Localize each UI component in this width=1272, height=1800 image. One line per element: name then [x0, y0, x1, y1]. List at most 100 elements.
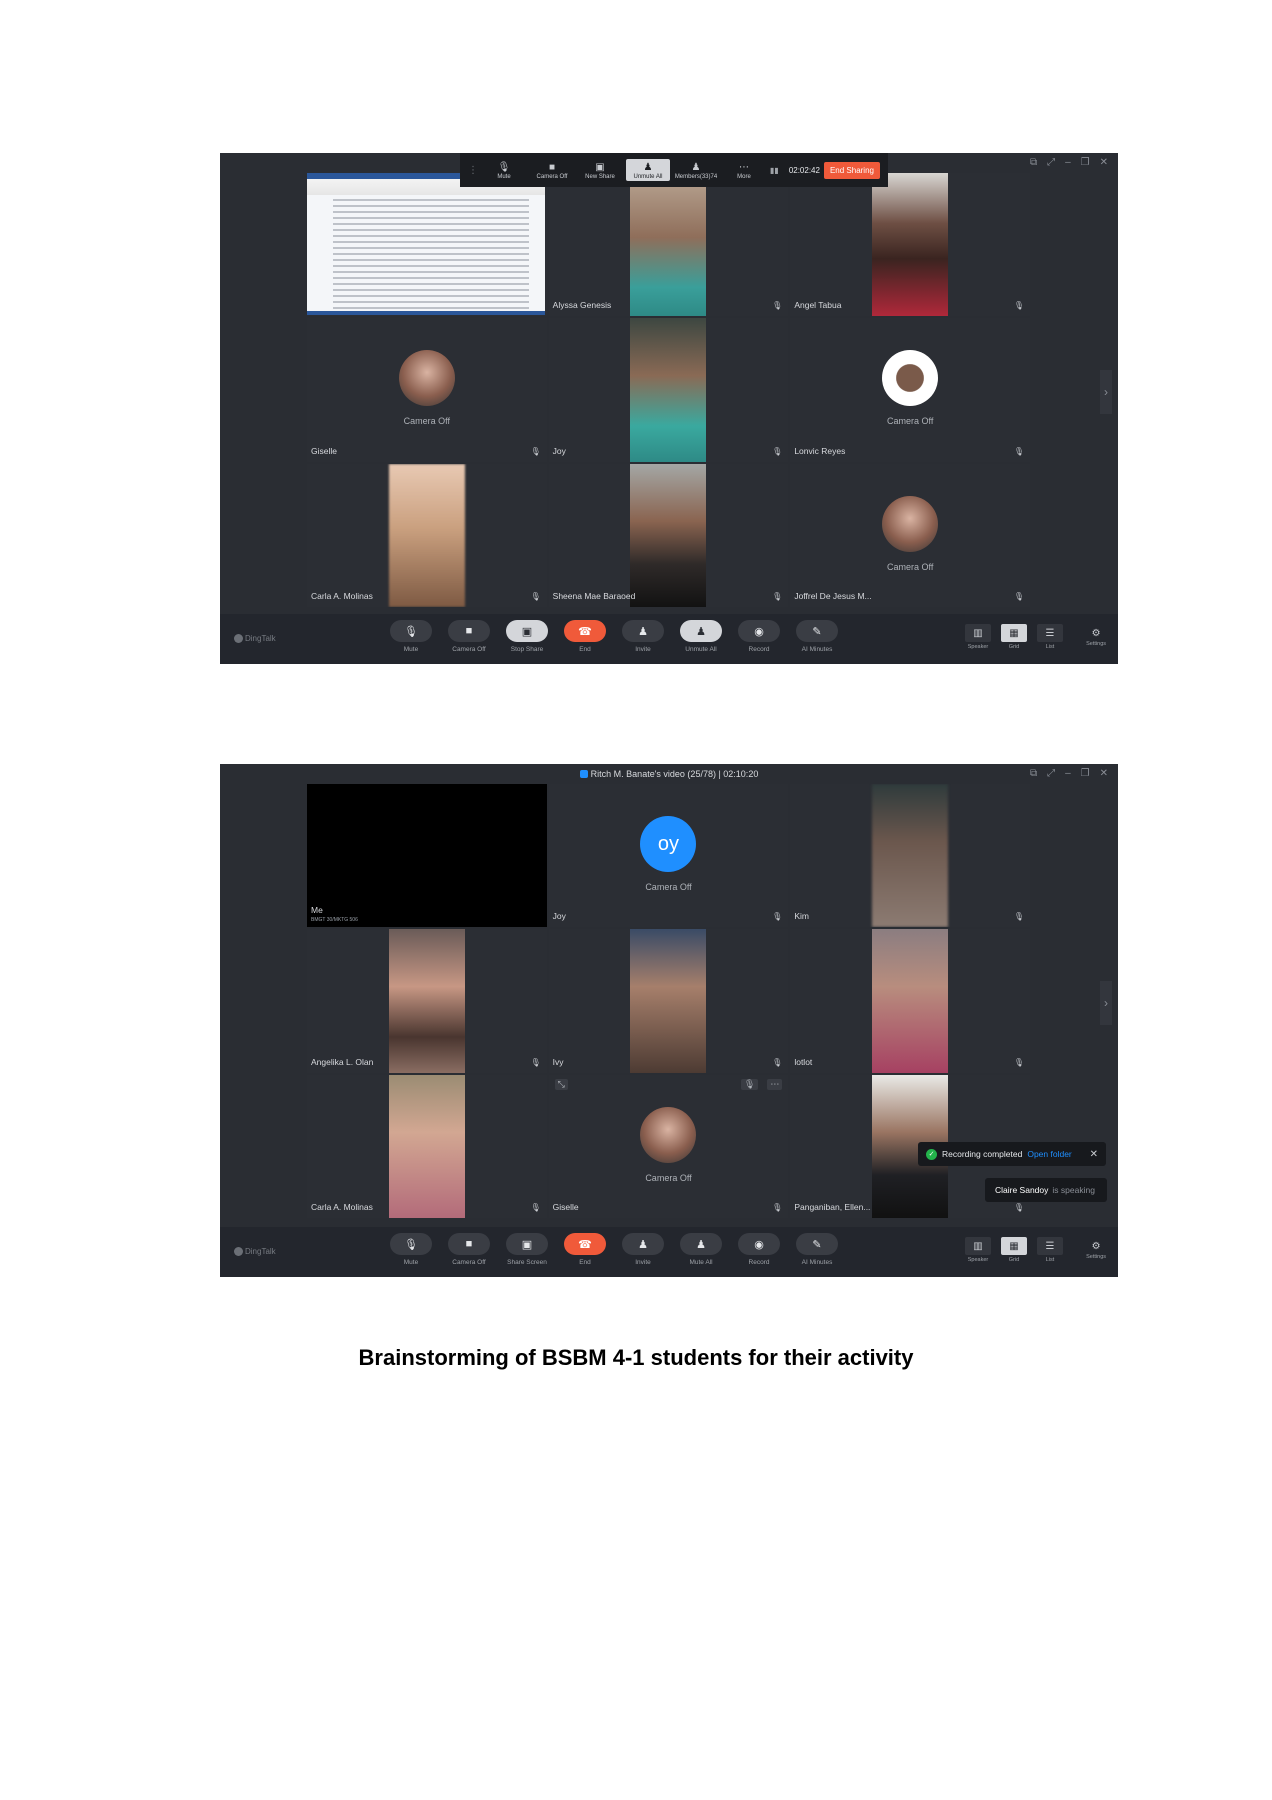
- restore-icon[interactable]: ❐: [1081, 768, 1090, 779]
- fullscreen-icon[interactable]: ⤢: [1047, 768, 1055, 779]
- restore-icon[interactable]: ❐: [1081, 157, 1090, 168]
- participant-tile[interactable]: Joy 🎙: [548, 318, 789, 462]
- speaker-view-button[interactable]: ▥ Speaker: [960, 624, 996, 650]
- close-icon[interactable]: ✕: [1100, 768, 1108, 779]
- mute-button[interactable]: 🎙 Mute: [390, 1233, 432, 1266]
- mic-icon: 🎙: [530, 591, 541, 601]
- share-mute-button[interactable]: 🎙 Mute: [482, 159, 526, 182]
- open-folder-link[interactable]: Open folder: [1027, 1149, 1071, 1159]
- list-view-button[interactable]: ☰ List: [1032, 1237, 1068, 1263]
- participant-tile[interactable]: oy Camera Off Joy 🎙: [548, 784, 789, 928]
- participant-name: Me: [311, 905, 323, 916]
- mic-icon: 🎙: [772, 591, 783, 601]
- grid-view-button[interactable]: ▦ Grid: [996, 1237, 1032, 1263]
- mic-icon: 🎙: [772, 1202, 783, 1212]
- camera-off-button[interactable]: ■ Camera Off: [448, 620, 490, 653]
- minimize-icon[interactable]: –: [1065, 157, 1071, 168]
- popout-icon[interactable]: ⧉: [1030, 157, 1037, 168]
- participant-tile[interactable]: lotlot 🎙: [790, 929, 1030, 1073]
- new-share-button[interactable]: ▣ New Share: [578, 159, 622, 182]
- record-button[interactable]: ◉ Record: [738, 620, 780, 653]
- settings-button[interactable]: ⚙ Settings: [1086, 1241, 1106, 1260]
- participant-tile[interactable]: Carla A. Molinas 🎙: [307, 1074, 547, 1218]
- share-control-bar: ⋮ 🎙 Mute ■ Camera Off ▣ New Share ♟ Unmute A…: [460, 153, 888, 187]
- participant-video: [630, 173, 707, 317]
- record-button[interactable]: ◉ Record: [738, 1233, 780, 1266]
- mute-all-button[interactable]: ♟ Mute All: [680, 1233, 722, 1266]
- ai-minutes-button[interactable]: ✎ AI Minutes: [796, 620, 838, 653]
- signal-icon: ▮▮: [770, 165, 779, 175]
- ai-minutes-icon: ✎: [796, 620, 838, 642]
- participant-tile[interactable]: Camera Off Giselle 🎙: [307, 318, 547, 462]
- pin-icon[interactable]: ⤡: [554, 1078, 568, 1090]
- minimize-icon[interactable]: –: [1065, 768, 1071, 779]
- lock-icon: [579, 770, 588, 778]
- invite-button[interactable]: ♟ Invite: [622, 620, 664, 653]
- grid-view-button[interactable]: ▦ Grid: [996, 624, 1032, 650]
- share-camera-off-button[interactable]: ■ Camera Off: [530, 159, 574, 182]
- mic-icon: 🎙: [772, 1057, 783, 1067]
- participant-tile[interactable]: Camera Off Lonvic Reyes 🎙: [790, 318, 1030, 462]
- ai-minutes-button[interactable]: ✎ AI Minutes: [796, 1233, 838, 1266]
- invite-button[interactable]: ♟ Invite: [622, 1233, 664, 1266]
- list-view-icon: ☰: [1037, 624, 1063, 642]
- participant-tile[interactable]: Camera Off Joffrel De Jesus M... 🎙: [790, 463, 1030, 607]
- camera-off-button[interactable]: ■ Camera Off: [448, 1233, 490, 1266]
- more-icon[interactable]: ⋯: [767, 1078, 783, 1090]
- speaker-view-button[interactable]: ▥ Speaker: [960, 1237, 996, 1263]
- meeting-toolbar: DingTalk 🎙 Mute ■ Camera Off ▣ Stop Share ☎…: [220, 614, 1118, 664]
- participant-tile[interactable]: Ivy 🎙: [548, 929, 789, 1073]
- participant-name: Angel Tabua: [794, 300, 842, 311]
- mic-icon: 🎙: [1013, 912, 1024, 922]
- mic-icon: 🎙: [1013, 1202, 1024, 1212]
- participant-tile[interactable]: Alyssa Genesis 🎙: [548, 173, 789, 317]
- avatar: [398, 350, 455, 407]
- mic-icon: 🎙: [772, 301, 783, 311]
- participant-video: [630, 463, 707, 607]
- popout-icon[interactable]: ⧉: [1030, 768, 1037, 779]
- participant-tile[interactable]: Sheena Mae Baraoed 🎙: [548, 463, 789, 607]
- self-video: [307, 784, 547, 928]
- gear-icon: ⚙: [1091, 1241, 1101, 1252]
- participant-name: lotlot: [794, 1056, 813, 1067]
- camera-off-label: Camera Off: [886, 561, 934, 572]
- end-button[interactable]: ☎ End: [564, 620, 606, 653]
- fullscreen-icon[interactable]: ⤢: [1047, 157, 1055, 168]
- more-button[interactable]: ⋯ More: [722, 159, 766, 182]
- next-page-arrow-icon[interactable]: ›: [1100, 981, 1112, 1025]
- participant-name: Alyssa Genesis: [552, 300, 612, 311]
- list-view-button[interactable]: ☰ List: [1032, 624, 1068, 650]
- close-icon[interactable]: ✕: [1090, 1149, 1098, 1160]
- members-button[interactable]: ♟ Members(33)74: [674, 159, 718, 182]
- participant-tile[interactable]: ⤡ 🎙 ⋯ Camera Off Giselle 🎙: [548, 1074, 789, 1218]
- participant-name: Carla A. Molinas: [311, 1201, 373, 1212]
- camera-off-label: Camera Off: [886, 416, 934, 427]
- figure-caption: Brainstorming of BSBM 4-1 students for t…: [358, 1345, 914, 1370]
- unmute-all-button[interactable]: ♟ Unmute All: [680, 620, 722, 653]
- meeting-toolbar: DingTalk 🎙 Mute ■ Camera Off ▣ Share Screen…: [220, 1227, 1118, 1277]
- end-button[interactable]: ☎ End: [564, 1233, 606, 1266]
- next-page-arrow-icon[interactable]: ›: [1100, 370, 1112, 414]
- ai-minutes-icon: ✎: [796, 1233, 838, 1255]
- participant-tile[interactable]: Angel Tabua 🎙: [790, 173, 1030, 317]
- participant-tile[interactable]: Kim 🎙: [790, 784, 1030, 928]
- share-screen-button[interactable]: ▣ Share Screen: [506, 1233, 548, 1266]
- mic-icon: 🎙: [772, 912, 783, 922]
- mute-button[interactable]: 🎙 Mute: [390, 620, 432, 653]
- stop-share-button[interactable]: ▣ Stop Share: [506, 620, 548, 653]
- participant-name: Lonvic Reyes: [794, 445, 846, 456]
- meeting-screenshot-2: Ritch M. Banate's video (25/78) | 02:10:…: [220, 764, 1118, 1277]
- camera-icon: ■: [548, 161, 556, 173]
- drag-handle-icon[interactable]: ⋮: [468, 165, 478, 176]
- participant-tile[interactable]: Carla A. Molinas 🎙: [307, 463, 547, 607]
- speaker-view-icon: ▥: [965, 1237, 991, 1255]
- participant-video: [388, 929, 465, 1073]
- end-sharing-button[interactable]: End Sharing: [823, 161, 880, 179]
- participant-tile-shared-document[interactable]: [307, 173, 547, 317]
- settings-button[interactable]: ⚙ Settings: [1086, 628, 1106, 647]
- mic-icon[interactable]: 🎙: [740, 1078, 759, 1090]
- participant-tile[interactable]: Angelika L. Olan 🎙: [307, 929, 547, 1073]
- close-icon[interactable]: ✕: [1100, 157, 1108, 168]
- share-unmute-all-button[interactable]: ♟ Unmute All: [626, 158, 670, 182]
- participant-tile-self[interactable]: Me BMGT 30/MKTG 506: [307, 784, 547, 928]
